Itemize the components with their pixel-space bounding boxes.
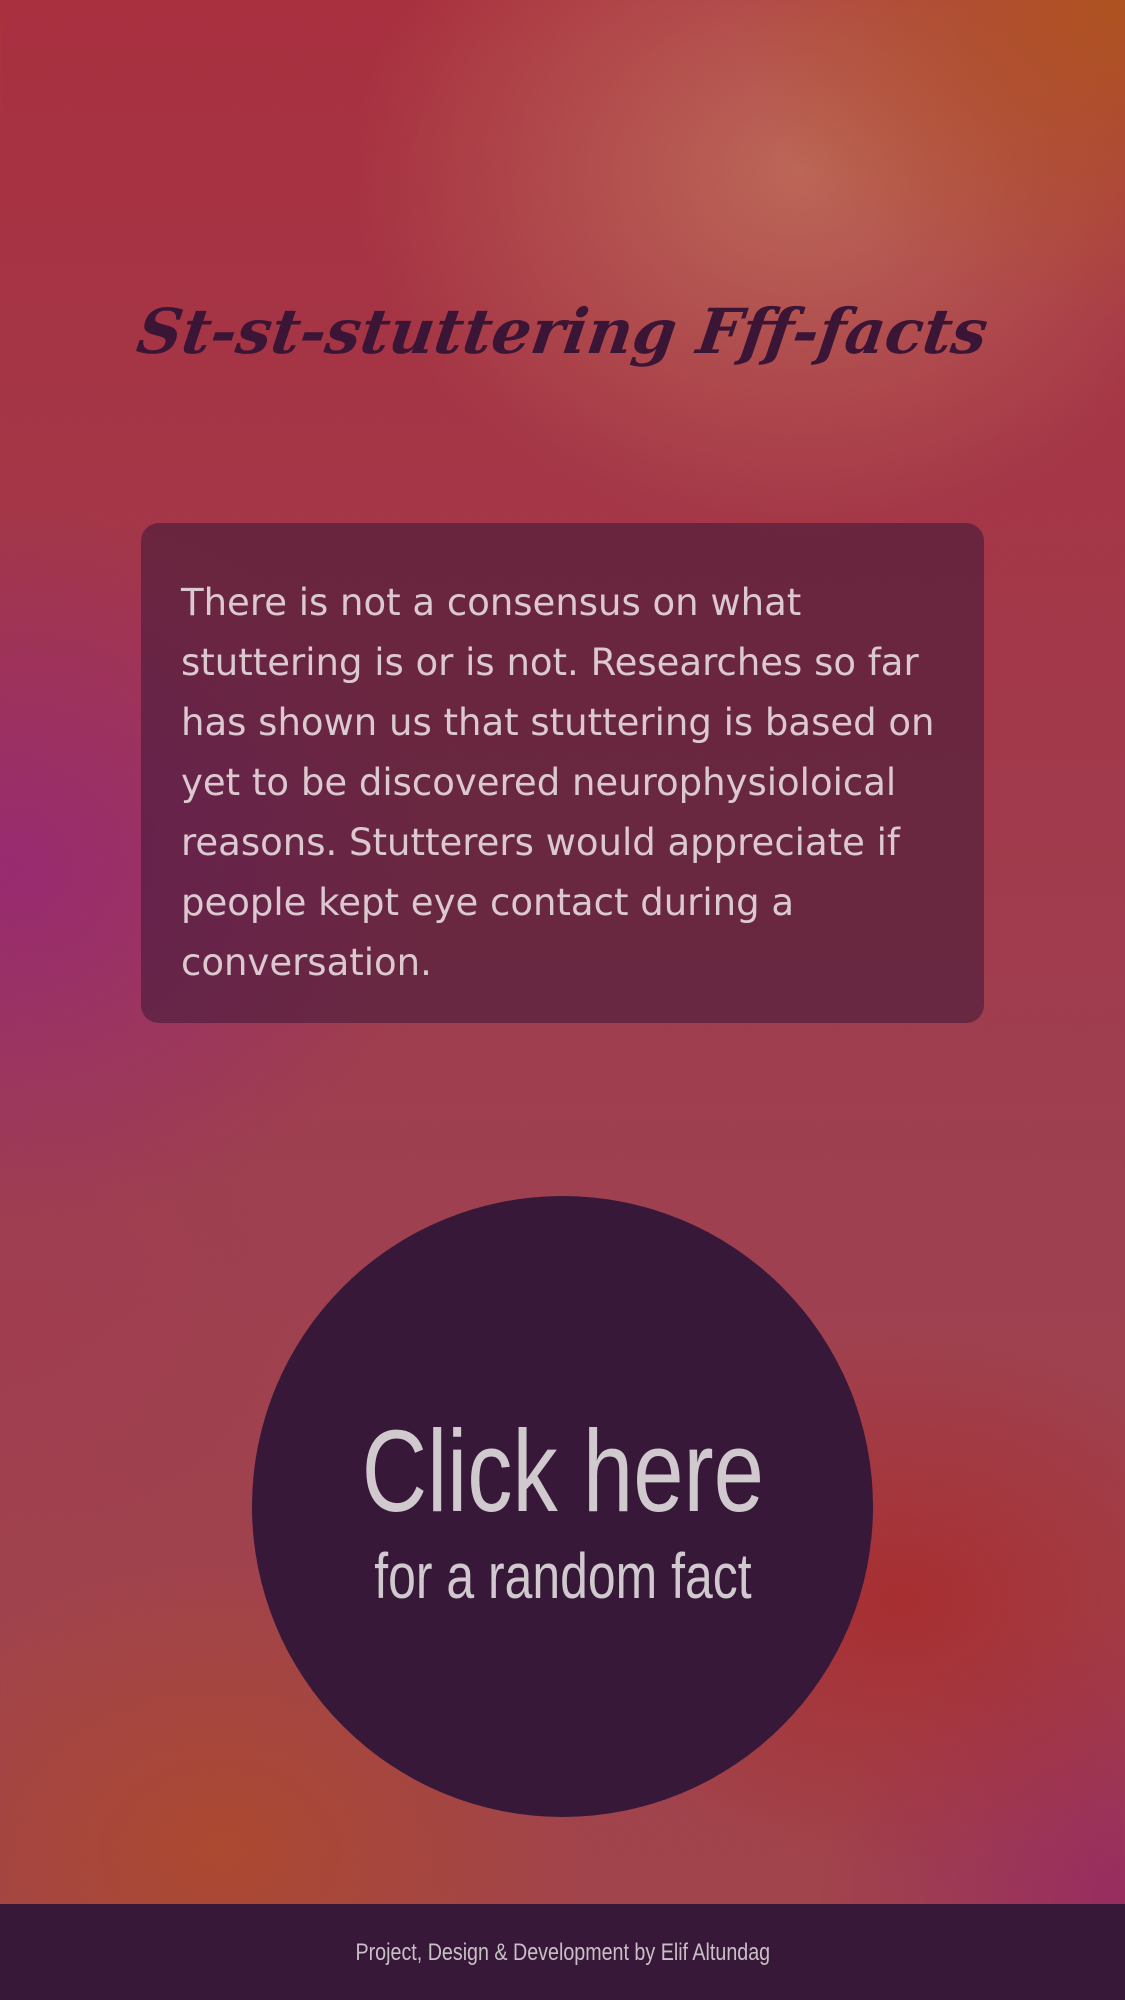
random-fact-button[interactable]: Click here for a random fact (252, 1196, 873, 1817)
footer-credit: Project, Design & Development by Elif Al… (355, 1939, 770, 1966)
random-fact-button-label: Click here (361, 1405, 764, 1536)
footer: Project, Design & Development by Elif Al… (0, 1904, 1125, 2000)
page-title: St-st-stuttering Fff-facts (132, 295, 993, 368)
fact-text: There is not a consensus on what stutter… (181, 581, 935, 984)
random-fact-button-sublabel: for a random fact (373, 1539, 752, 1612)
fact-card: There is not a consensus on what stutter… (141, 523, 984, 1023)
